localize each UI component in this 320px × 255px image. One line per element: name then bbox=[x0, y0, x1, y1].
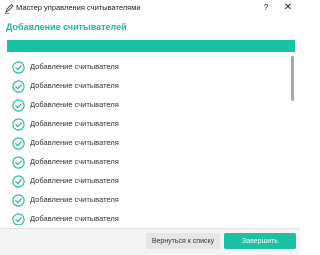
list-item: Добавление считывателя bbox=[7, 134, 287, 152]
list-item: Добавление считывателя bbox=[7, 153, 287, 171]
list-item: Добавление считывателя bbox=[7, 77, 287, 95]
list-item-label: Добавление считывателя bbox=[30, 176, 119, 185]
finish-button[interactable]: Завершить bbox=[224, 233, 296, 249]
list-item-label: Добавление считывателя bbox=[30, 195, 119, 204]
list-item-label: Добавление считывателя bbox=[30, 81, 119, 90]
page-title: Добавление считывателей bbox=[6, 22, 127, 32]
list-item-label: Добавление считывателя bbox=[30, 214, 119, 223]
edit-pencil-icon bbox=[5, 3, 14, 14]
progress-fill bbox=[7, 40, 295, 52]
check-circle-icon bbox=[12, 61, 25, 74]
check-circle-icon bbox=[12, 194, 25, 207]
list-item: Добавление считывателя bbox=[7, 210, 287, 225]
list-item: Добавление считывателя bbox=[7, 96, 287, 114]
list-item-label: Добавление считывателя bbox=[30, 157, 119, 166]
list-item-label: Добавление считывателя bbox=[30, 100, 119, 109]
scrollbar[interactable] bbox=[290, 55, 295, 225]
help-button[interactable]: ? bbox=[261, 2, 271, 14]
check-circle-icon bbox=[12, 156, 25, 169]
title-bar: Мастер управления считывателями ? ✕ bbox=[0, 0, 300, 17]
list-item-label: Добавление считывателя bbox=[30, 119, 119, 128]
list-item: Добавление считывателя bbox=[7, 58, 287, 76]
check-circle-icon bbox=[12, 118, 25, 131]
list-item: Добавление считывателя bbox=[7, 115, 287, 133]
close-button[interactable]: ✕ bbox=[282, 1, 294, 15]
list-item: Добавление считывателя bbox=[7, 191, 287, 209]
scrollbar-thumb[interactable] bbox=[291, 56, 294, 101]
progress-bar bbox=[7, 40, 295, 52]
list-item: Добавление считывателя bbox=[7, 172, 287, 190]
check-circle-icon bbox=[12, 99, 25, 112]
check-circle-icon bbox=[12, 137, 25, 150]
window-title: Мастер управления считывателями bbox=[16, 3, 141, 12]
reader-list: Добавление считывателя Добавление считыва… bbox=[7, 55, 295, 225]
back-to-list-button[interactable]: Вернуться к списку bbox=[146, 233, 220, 249]
list-item-label: Добавление считывателя bbox=[30, 138, 119, 147]
list-item-label: Добавление считывателя bbox=[30, 62, 119, 71]
check-circle-icon bbox=[12, 175, 25, 188]
check-circle-icon bbox=[12, 80, 25, 93]
check-circle-icon bbox=[12, 213, 25, 225]
